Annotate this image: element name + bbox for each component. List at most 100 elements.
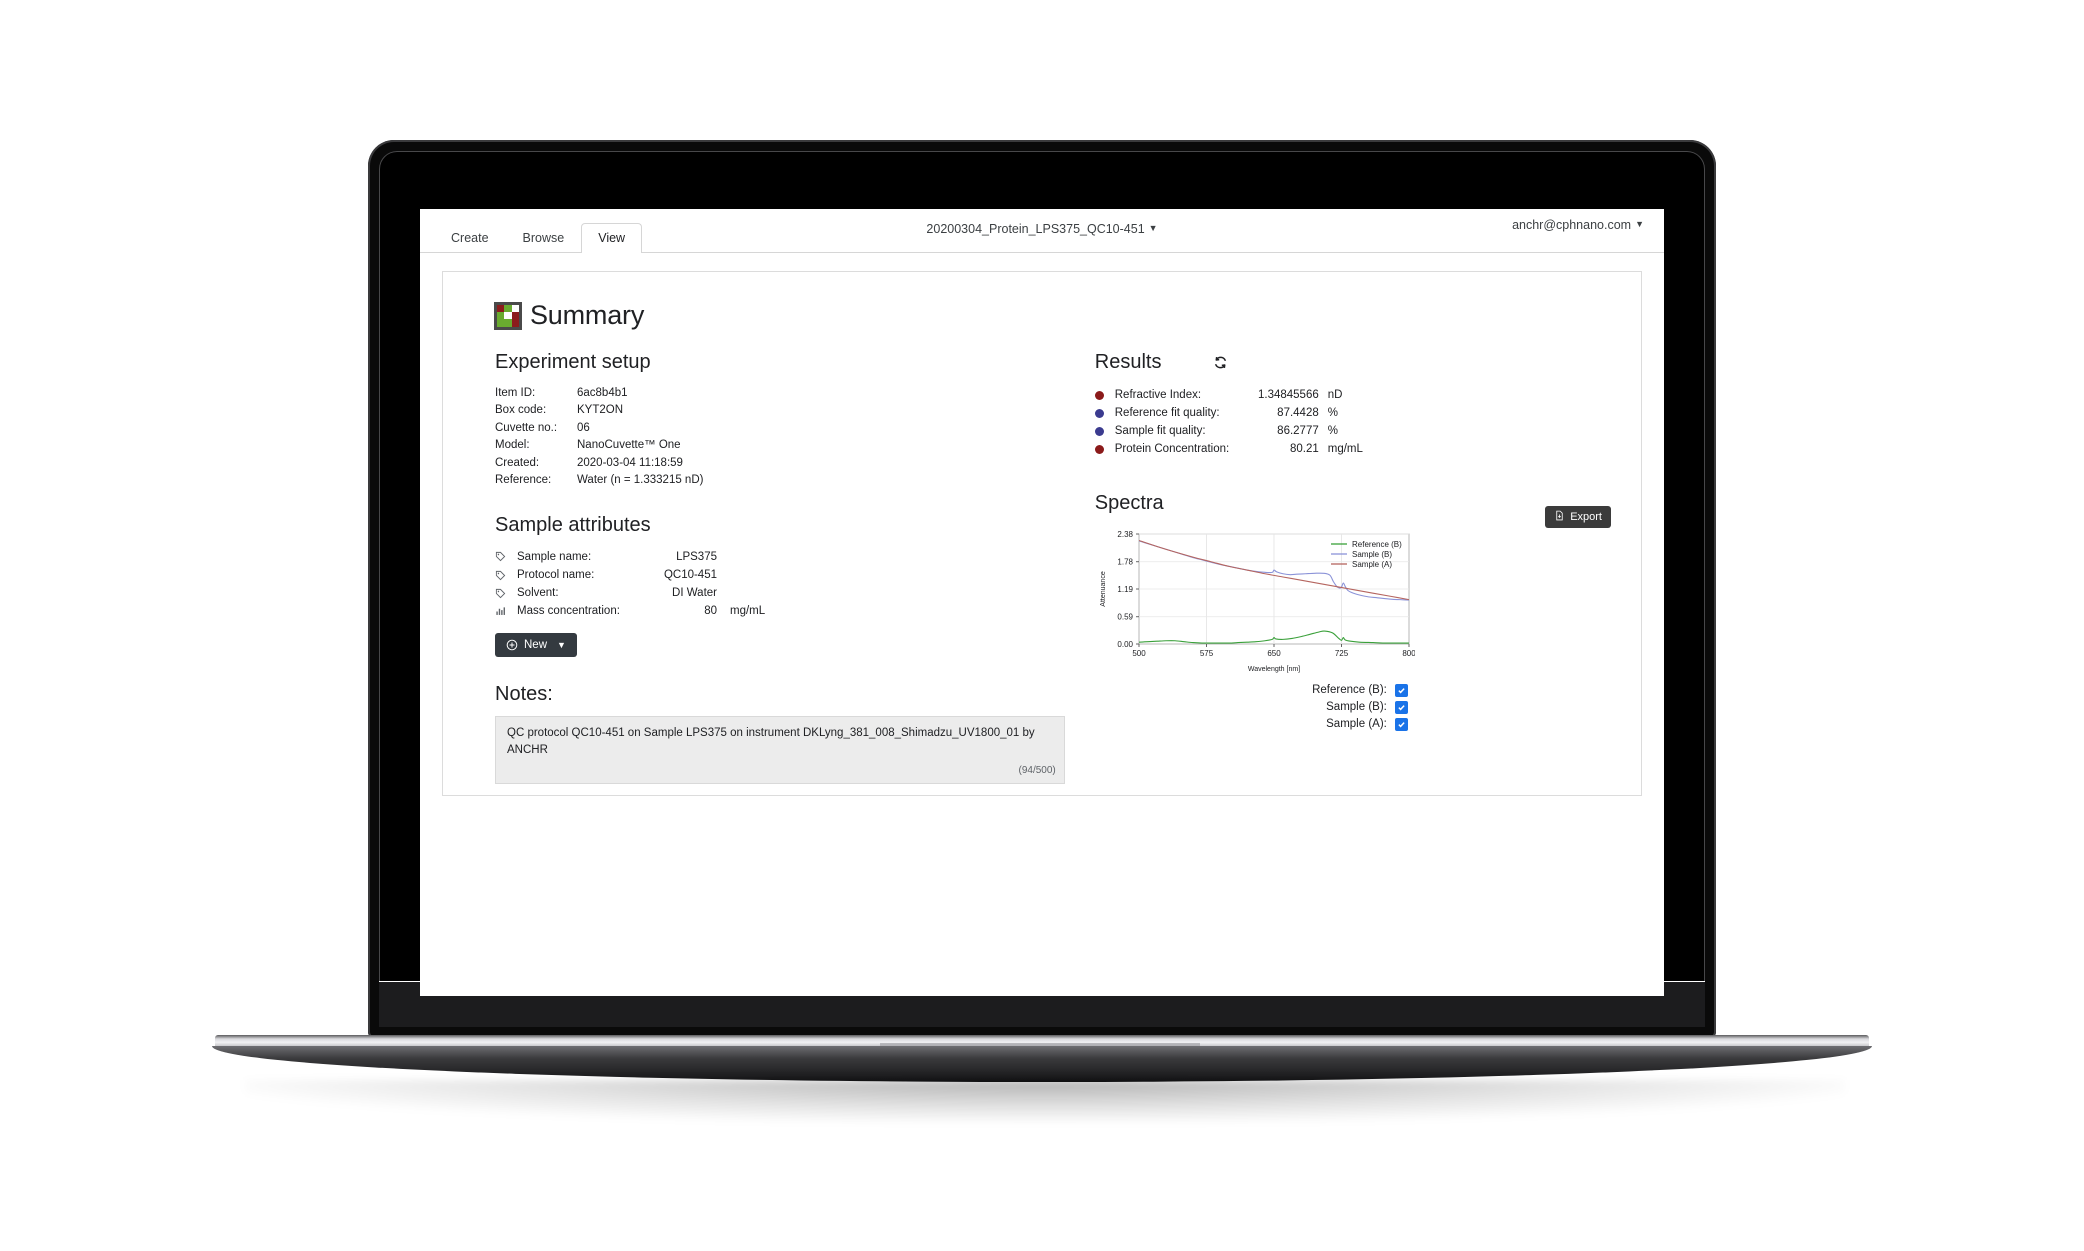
svg-text:0.00: 0.00 (1117, 639, 1133, 648)
result-row: Refractive Index: 1.34845566 nD (1094, 386, 1611, 404)
setup-value: NanoCuvette™ One (577, 439, 681, 452)
file-download-icon (1554, 510, 1565, 524)
attribute-value: 80 (704, 605, 717, 618)
right-column: Results Refractive Index: 1.34845566 nD … (1065, 351, 1611, 784)
checkbox-reference-b[interactable] (1394, 683, 1408, 697)
logo-cell (497, 319, 505, 327)
setup-key: Box code: (495, 404, 547, 417)
svg-text:0.59: 0.59 (1117, 612, 1133, 621)
new-button[interactable]: New ▼ (495, 633, 577, 658)
tab-create[interactable]: Create (434, 223, 506, 254)
svg-text:1.19: 1.19 (1117, 584, 1133, 593)
notes-textarea[interactable]: QC protocol QC10-451 on Sample LPS375 on… (495, 716, 1065, 785)
attribute-value: DI Water (672, 587, 717, 600)
attribute-row: Sample name: LPS375 (495, 548, 1065, 566)
svg-text:500: 500 (1132, 649, 1146, 658)
logo-cell (511, 319, 519, 327)
logo-cell (497, 304, 505, 312)
content-area: Summary Experiment setup Item ID: 6ac8b4… (420, 253, 1664, 996)
notes-heading: Notes: (495, 683, 553, 706)
logo-cell (511, 311, 519, 320)
document-title-dropdown[interactable]: 20200304_Protein_LPS375_QC10-451 ▼ (926, 222, 1157, 236)
user-email-text: anchr@cphnano.com (1512, 218, 1632, 232)
setup-row: Cuvette no.: 06 (495, 420, 1065, 437)
svg-text:Wavelength [nm]: Wavelength [nm] (1248, 666, 1300, 673)
tab-browse[interactable]: Browse (506, 223, 582, 254)
setup-key: Created: (495, 456, 540, 469)
result-label: Sample fit quality: (1114, 425, 1206, 438)
setup-value: KYT2ON (577, 404, 624, 417)
result-unit: % (1327, 425, 1338, 438)
tab-view[interactable]: View (581, 222, 643, 253)
notes-char-counter: (94/500) (1018, 764, 1056, 776)
experiment-setup-list: Item ID: 6ac8b4b1 Box code: KYT2ON Cuvet… (495, 385, 1065, 490)
logo-cell (511, 304, 519, 312)
export-button[interactable]: Export (1545, 505, 1611, 528)
status-dot (1094, 426, 1104, 436)
logo-cell (504, 304, 512, 312)
series-toggle-label: Sample (A): (1326, 718, 1387, 731)
export-button-label: Export (1570, 510, 1602, 523)
series-toggle-label: Reference (B): (1312, 684, 1387, 697)
result-unit: % (1327, 407, 1338, 420)
tab-bar: Create Browse View (434, 222, 643, 254)
logo-cell (497, 311, 505, 320)
series-toggle-sample-a: Sample (A): (1298, 717, 1408, 731)
laptop-shadow (245, 1080, 1845, 1122)
attribute-unit: mg/mL (730, 605, 766, 618)
result-label: Refractive Index: (1114, 389, 1202, 401)
document-title-text: 20200304_Protein_LPS375_QC10-451 (926, 222, 1145, 236)
svg-text:Attenuance: Attenuance (1100, 571, 1107, 607)
notes-text: QC protocol QC10-451 on Sample LPS375 on… (507, 727, 1035, 757)
sample-attributes-heading: Sample attributes (495, 513, 651, 536)
setup-key: Cuvette no.: (495, 421, 558, 434)
status-dot (1094, 445, 1104, 455)
setup-row: Box code: KYT2ON (495, 402, 1065, 419)
results-heading: Results (1094, 351, 1162, 373)
setup-row: Model: NanoCuvette™ One (495, 437, 1065, 454)
logo-cell (504, 319, 512, 327)
series-toggle-reference-b: Reference (B): (1298, 683, 1408, 697)
browser-screen: Create Browse View 20200304_Protein_LPS3… (420, 209, 1664, 996)
result-value: 80.21 (1289, 443, 1319, 456)
spectra-heading: Spectra (1094, 491, 1164, 514)
plus-circle-icon (506, 639, 518, 651)
attribute-value: QC10-451 (663, 568, 717, 581)
results-header: Results (1095, 351, 1611, 374)
spectra-chart-area: Export 0.00 0.59 1.19 1.78 2.38 500 575 650 725 8… (1095, 505, 1611, 674)
setup-value: 06 (577, 421, 590, 434)
svg-text:2.38: 2.38 (1117, 529, 1133, 538)
svg-text:725: 725 (1335, 649, 1349, 658)
tag-icon (495, 570, 517, 581)
svg-text:575: 575 (1200, 649, 1214, 658)
chevron-down-icon: ▼ (557, 640, 566, 651)
setup-row: Item ID: 6ac8b4b1 (495, 385, 1065, 402)
result-unit: nD (1327, 389, 1343, 401)
page-title-row: Summary (495, 300, 1611, 331)
result-label: Protein Concentration: (1114, 443, 1230, 456)
sample-attributes-list: Sample name: LPS375 Protocol name: QC10-… (495, 548, 1065, 621)
chart-icon (495, 606, 517, 617)
attribute-row: Solvent: DI Water (495, 584, 1065, 602)
setup-value: Water (n = 1.333215 nD) (577, 474, 704, 487)
attribute-row: Protocol name: QC10-451 (495, 566, 1065, 584)
laptop-base-body (212, 1046, 1872, 1082)
attribute-label: Protocol name: (517, 568, 595, 581)
app-logo-icon (495, 302, 521, 329)
refresh-icon[interactable] (1213, 355, 1228, 370)
user-menu[interactable]: anchr@cphnano.com ▼ (1512, 218, 1644, 232)
attribute-label: Solvent: (517, 587, 559, 600)
spectra-plot[interactable]: 0.00 0.59 1.19 1.78 2.38 500 575 650 725 800 Wavel… (1095, 526, 1415, 674)
result-row: Protein Concentration: 80.21 mg/mL (1094, 440, 1611, 458)
tag-icon (495, 588, 517, 599)
result-value: 86.2777 (1277, 425, 1319, 438)
checkbox-sample-a[interactable] (1394, 717, 1408, 731)
setup-key: Reference: (495, 474, 552, 487)
results-list: Refractive Index: 1.34845566 nD Referenc… (1094, 386, 1611, 459)
checkbox-sample-b[interactable] (1394, 700, 1408, 714)
svg-text:1.78: 1.78 (1117, 557, 1133, 566)
svg-text:Sample (A): Sample (A) (1352, 560, 1392, 569)
app-header: Create Browse View 20200304_Protein_LPS3… (420, 209, 1664, 253)
setup-row: Created: 2020-03-04 11:18:59 (495, 455, 1065, 472)
tag-icon (495, 551, 517, 562)
